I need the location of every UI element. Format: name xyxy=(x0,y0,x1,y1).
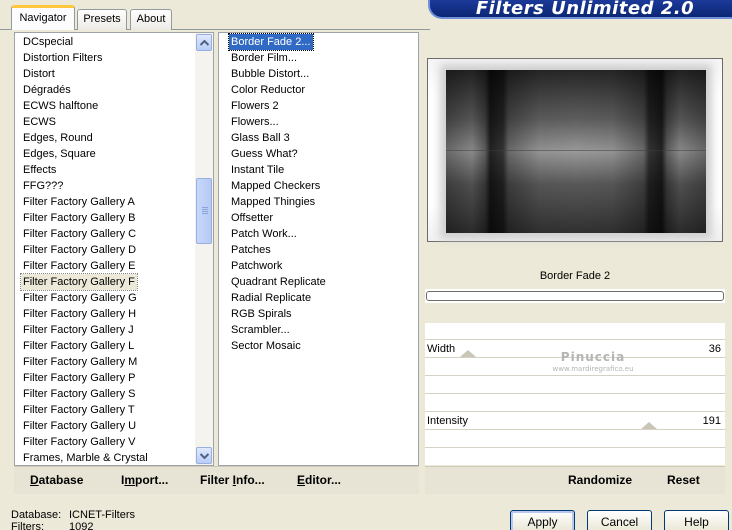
filter-item[interactable]: Flowers... xyxy=(229,114,281,130)
filter-info-button[interactable]: Filter Info... xyxy=(200,473,265,487)
filter-item[interactable]: Scrambler... xyxy=(229,322,292,338)
category-item[interactable]: Filter Factory Gallery S xyxy=(21,386,137,402)
width-label: Width xyxy=(427,343,456,355)
category-scrollbar[interactable] xyxy=(195,33,213,465)
category-item[interactable]: Filter Factory Gallery H xyxy=(21,306,138,322)
category-item[interactable]: FFG??? xyxy=(21,178,65,194)
category-item[interactable]: Edges, Round xyxy=(21,130,95,146)
category-item[interactable]: Edges, Square xyxy=(21,146,98,162)
filter-item[interactable]: Patches xyxy=(229,242,273,258)
category-item[interactable]: Dégradés xyxy=(21,82,73,98)
category-item[interactable]: Filter Factory Gallery J xyxy=(21,322,136,338)
category-item[interactable]: Filter Factory Gallery C xyxy=(21,226,138,242)
filter-item[interactable]: Radial Replicate xyxy=(229,290,313,306)
filter-item[interactable]: Bubble Distort... xyxy=(229,66,311,82)
filter-item[interactable]: Mapped Checkers xyxy=(229,178,322,194)
help-button[interactable]: Help xyxy=(664,510,729,530)
category-item[interactable]: Filter Factory Gallery T xyxy=(21,402,137,418)
filter-item[interactable]: Offsetter xyxy=(229,210,275,226)
editor-button[interactable]: Editor... xyxy=(297,473,341,487)
database-button[interactable]: Database xyxy=(30,473,83,487)
scroll-down-button[interactable] xyxy=(196,447,212,464)
category-item[interactable]: Effects xyxy=(21,162,58,178)
watermark: Pinuccia www.mardiregrafico.eu xyxy=(533,350,653,373)
category-item[interactable]: Filter Factory Gallery U xyxy=(21,418,138,434)
randomize-button[interactable]: Randomize xyxy=(568,473,632,487)
intensity-value: 191 xyxy=(702,415,721,427)
category-item[interactable]: Filter Factory Gallery M xyxy=(21,354,139,370)
filter-item[interactable]: Flowers 2 xyxy=(229,98,281,114)
filter-item[interactable]: Instant Tile xyxy=(229,162,286,178)
filter-list[interactable]: Border Fade 2... Border Film... Bubble Dis… xyxy=(218,32,419,466)
filter-item[interactable]: Border Film... xyxy=(229,50,299,66)
category-item[interactable]: Filter Factory Gallery F xyxy=(20,273,138,291)
filter-item[interactable]: Border Fade 2... xyxy=(228,33,314,51)
category-item[interactable]: Filter Factory Gallery B xyxy=(21,210,137,226)
category-list[interactable]: DCspecial Distortion Filters Distort Dégrad… xyxy=(14,32,214,466)
filter-item[interactable]: Patchwork xyxy=(229,258,284,274)
width-slider-handle[interactable] xyxy=(460,350,477,357)
status-database: Database: ICNET-Filters xyxy=(11,509,135,521)
preview-render xyxy=(446,70,706,233)
category-item[interactable]: Filter Factory Gallery G xyxy=(21,290,139,306)
category-item[interactable]: ECWS halftone xyxy=(21,98,100,114)
scroll-thumb[interactable] xyxy=(196,178,212,244)
category-item[interactable]: Frames, Marble & Crystal xyxy=(21,450,150,466)
status-filters: Filters: 1092 xyxy=(11,521,94,530)
chevron-up-icon xyxy=(199,39,209,46)
category-item[interactable]: Filter Factory Gallery P xyxy=(21,370,137,386)
category-item[interactable]: Distort xyxy=(21,66,57,82)
filter-item[interactable]: RGB Spirals xyxy=(229,306,294,322)
reset-button[interactable]: Reset xyxy=(667,473,700,487)
filter-item[interactable]: Guess What? xyxy=(229,146,300,162)
import-button[interactable]: Import... xyxy=(121,473,168,487)
filter-item[interactable]: Color Reductor xyxy=(229,82,307,98)
category-item[interactable]: Filter Factory Gallery E xyxy=(21,258,137,274)
cancel-button[interactable]: Cancel xyxy=(587,510,652,530)
intensity-label: Intensity xyxy=(427,415,468,427)
tab-presets[interactable]: Presets xyxy=(77,9,127,30)
category-item[interactable]: Distortion Filters xyxy=(21,50,104,66)
preview-image xyxy=(427,58,723,242)
scroll-up-button[interactable] xyxy=(196,34,212,51)
filter-item[interactable]: Sector Mosaic xyxy=(229,338,303,354)
watermark-url: www.mardiregrafico.eu xyxy=(552,365,634,373)
filter-item[interactable]: Mapped Thingies xyxy=(229,194,317,210)
chevron-down-icon xyxy=(199,452,209,459)
watermark-title: Pinuccia xyxy=(560,350,626,364)
intensity-slider-handle[interactable] xyxy=(641,422,657,429)
tab-strip: Navigator Presets About xyxy=(0,0,430,30)
category-item[interactable]: ECWS xyxy=(21,114,58,130)
category-item[interactable]: DCspecial xyxy=(21,34,75,50)
width-value: 36 xyxy=(708,343,721,355)
filter-item[interactable]: Quadrant Replicate xyxy=(229,274,328,290)
category-item[interactable]: Filter Factory Gallery A xyxy=(21,194,137,210)
category-item[interactable]: Filter Factory Gallery D xyxy=(21,242,138,258)
category-item[interactable]: Filter Factory Gallery L xyxy=(21,338,136,354)
app-title-banner: Filters Unlimited 2.0 xyxy=(428,0,732,19)
apply-button[interactable]: Apply xyxy=(510,510,575,530)
progress-bar xyxy=(426,291,724,301)
filter-item[interactable]: Glass Ball 3 xyxy=(229,130,292,146)
filter-name-label: Border Fade 2 xyxy=(539,270,611,282)
category-item[interactable]: Filter Factory Gallery V xyxy=(21,434,137,450)
tab-about[interactable]: About xyxy=(130,9,172,30)
filter-item[interactable]: Patch Work... xyxy=(229,226,299,242)
tab-navigator[interactable]: Navigator xyxy=(11,5,75,30)
